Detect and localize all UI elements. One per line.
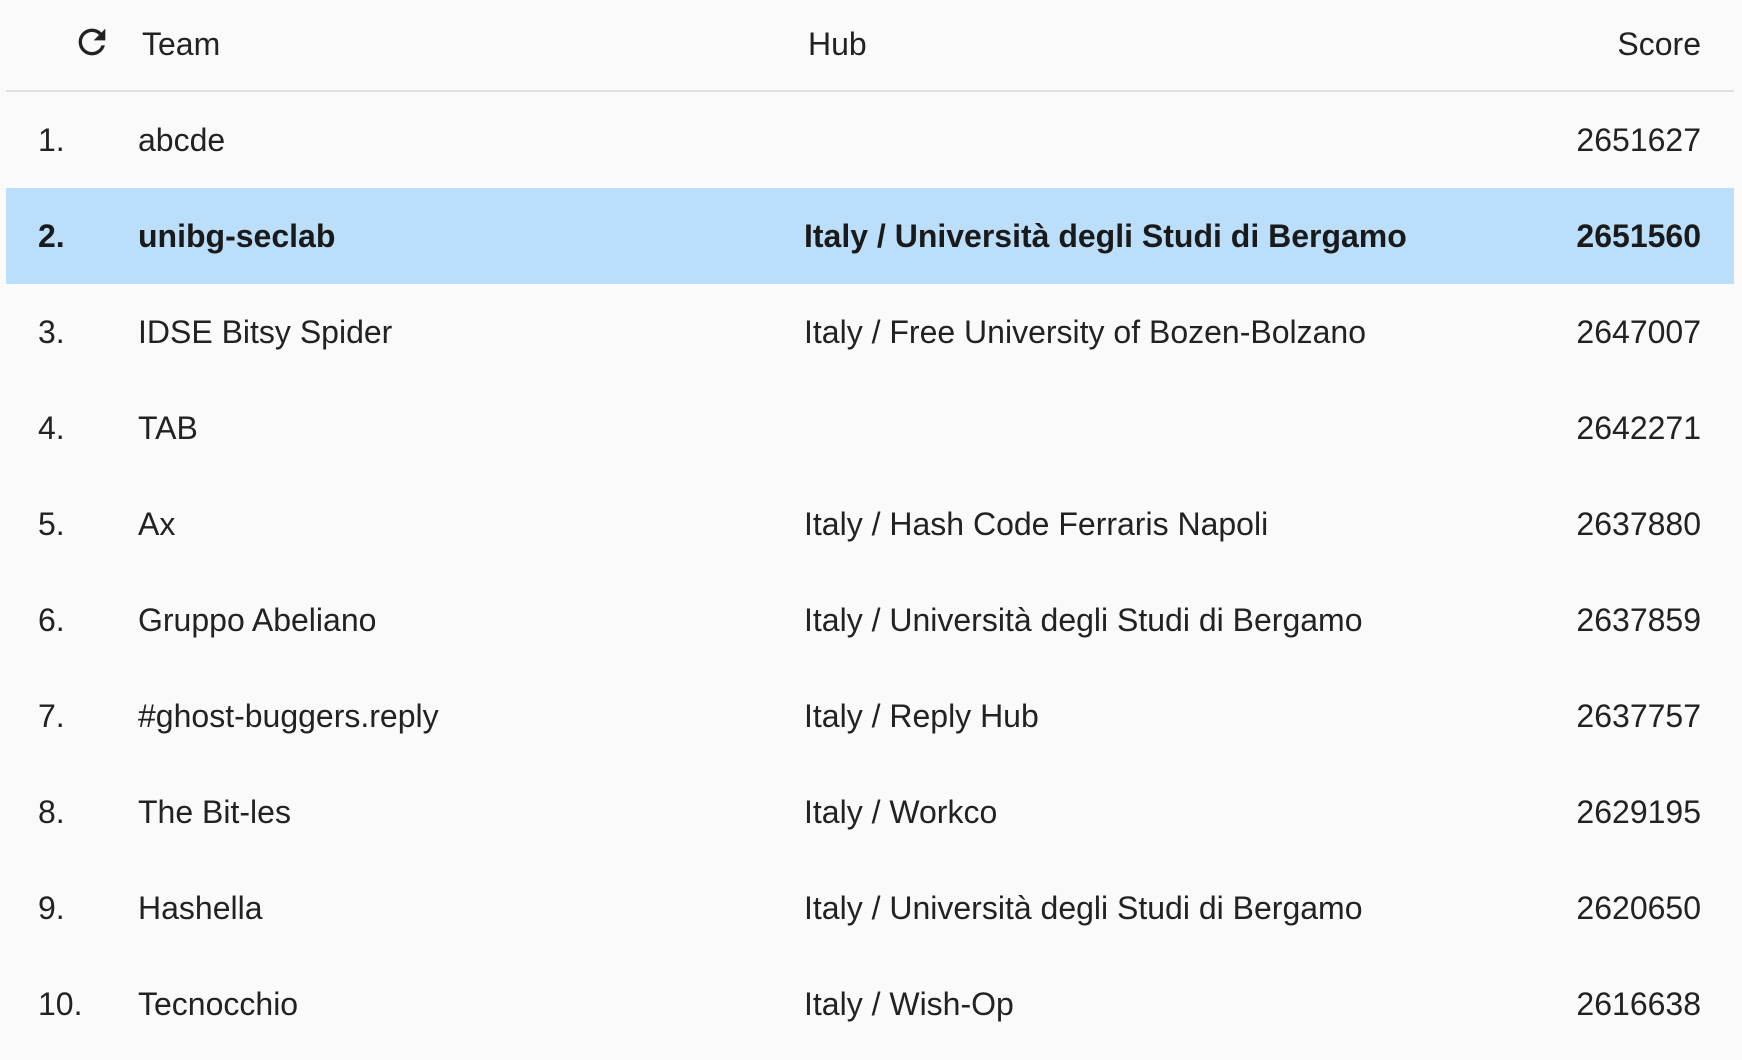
score-column-header[interactable]: Score [1617, 0, 1701, 88]
rank-cell: 2. [38, 218, 65, 254]
table-row[interactable]: 8. The Bit-les Italy / Workco 2629195 [6, 764, 1734, 860]
score-cell: 2651627 [1576, 122, 1701, 158]
team-cell: Hashella [138, 890, 263, 926]
table-header: Team Hub Score [6, 0, 1734, 92]
rank-cell: 10. [38, 986, 83, 1022]
score-cell: 2629195 [1576, 794, 1701, 830]
rank-cell: 8. [38, 794, 65, 830]
team-cell: The Bit-les [138, 794, 291, 830]
score-cell: 2616638 [1576, 986, 1701, 1022]
score-cell: 2637880 [1576, 506, 1701, 542]
rank-cell: 9. [38, 890, 65, 926]
table-body: 1. abcde 2651627 2. unibg-seclab Italy /… [6, 92, 1734, 1052]
hub-cell: Italy / Workco [804, 794, 998, 830]
team-cell: TAB [138, 410, 198, 446]
table-row[interactable]: 4. TAB 2642271 [6, 380, 1734, 476]
table-row[interactable]: 5. Ax Italy / Hash Code Ferraris Napoli … [6, 476, 1734, 572]
hub-cell: Italy / Reply Hub [804, 698, 1039, 734]
score-cell: 2620650 [1576, 890, 1701, 926]
score-cell: 2637859 [1576, 602, 1701, 638]
score-cell: 2642271 [1576, 410, 1701, 446]
team-cell: Tecnocchio [138, 986, 299, 1022]
score-cell: 2637757 [1576, 698, 1701, 734]
team-cell: abcde [138, 122, 226, 158]
rank-cell: 4. [38, 410, 65, 446]
team-column-header[interactable]: Team [142, 0, 220, 88]
team-cell: Ax [138, 506, 176, 542]
rank-cell: 6. [38, 602, 65, 638]
team-cell: #ghost-buggers.reply [138, 698, 439, 734]
score-cell: 2651560 [1576, 218, 1701, 254]
refresh-icon[interactable] [72, 22, 112, 62]
hub-cell: Italy / Università degli Studi di Bergam… [804, 890, 1363, 926]
score-cell: 2647007 [1576, 314, 1701, 350]
rank-cell: 1. [38, 122, 65, 158]
hub-column-header[interactable]: Hub [808, 0, 867, 88]
hub-cell: Italy / Università degli Studi di Bergam… [804, 218, 1407, 254]
rank-cell: 5. [38, 506, 65, 542]
scoreboard: Team Hub Score 1. abcde 2651627 2. unibg… [6, 0, 1734, 1052]
hub-cell: Italy / Free University of Bozen-Bolzano [804, 314, 1367, 350]
team-cell: unibg-seclab [138, 218, 336, 254]
table-row[interactable]: 6. Gruppo Abeliano Italy / Università de… [6, 572, 1734, 668]
table-row[interactable]: 3. IDSE Bitsy Spider Italy / Free Univer… [6, 284, 1734, 380]
table-row[interactable]: 2. unibg-seclab Italy / Università degli… [6, 188, 1734, 284]
hub-cell: Italy / Università degli Studi di Bergam… [804, 602, 1363, 638]
hub-cell: Italy / Hash Code Ferraris Napoli [804, 506, 1269, 542]
table-row[interactable]: 9. Hashella Italy / Università degli Stu… [6, 860, 1734, 956]
team-cell: IDSE Bitsy Spider [138, 314, 393, 350]
table-row[interactable]: 1. abcde 2651627 [6, 92, 1734, 188]
rank-cell: 7. [38, 698, 65, 734]
table-row[interactable]: 7. #ghost-buggers.reply Italy / Reply Hu… [6, 668, 1734, 764]
table-row[interactable]: 10. Tecnocchio Italy / Wish-Op 2616638 [6, 956, 1734, 1052]
hub-cell: Italy / Wish-Op [804, 986, 1014, 1022]
rank-cell: 3. [38, 314, 65, 350]
team-cell: Gruppo Abeliano [138, 602, 377, 638]
